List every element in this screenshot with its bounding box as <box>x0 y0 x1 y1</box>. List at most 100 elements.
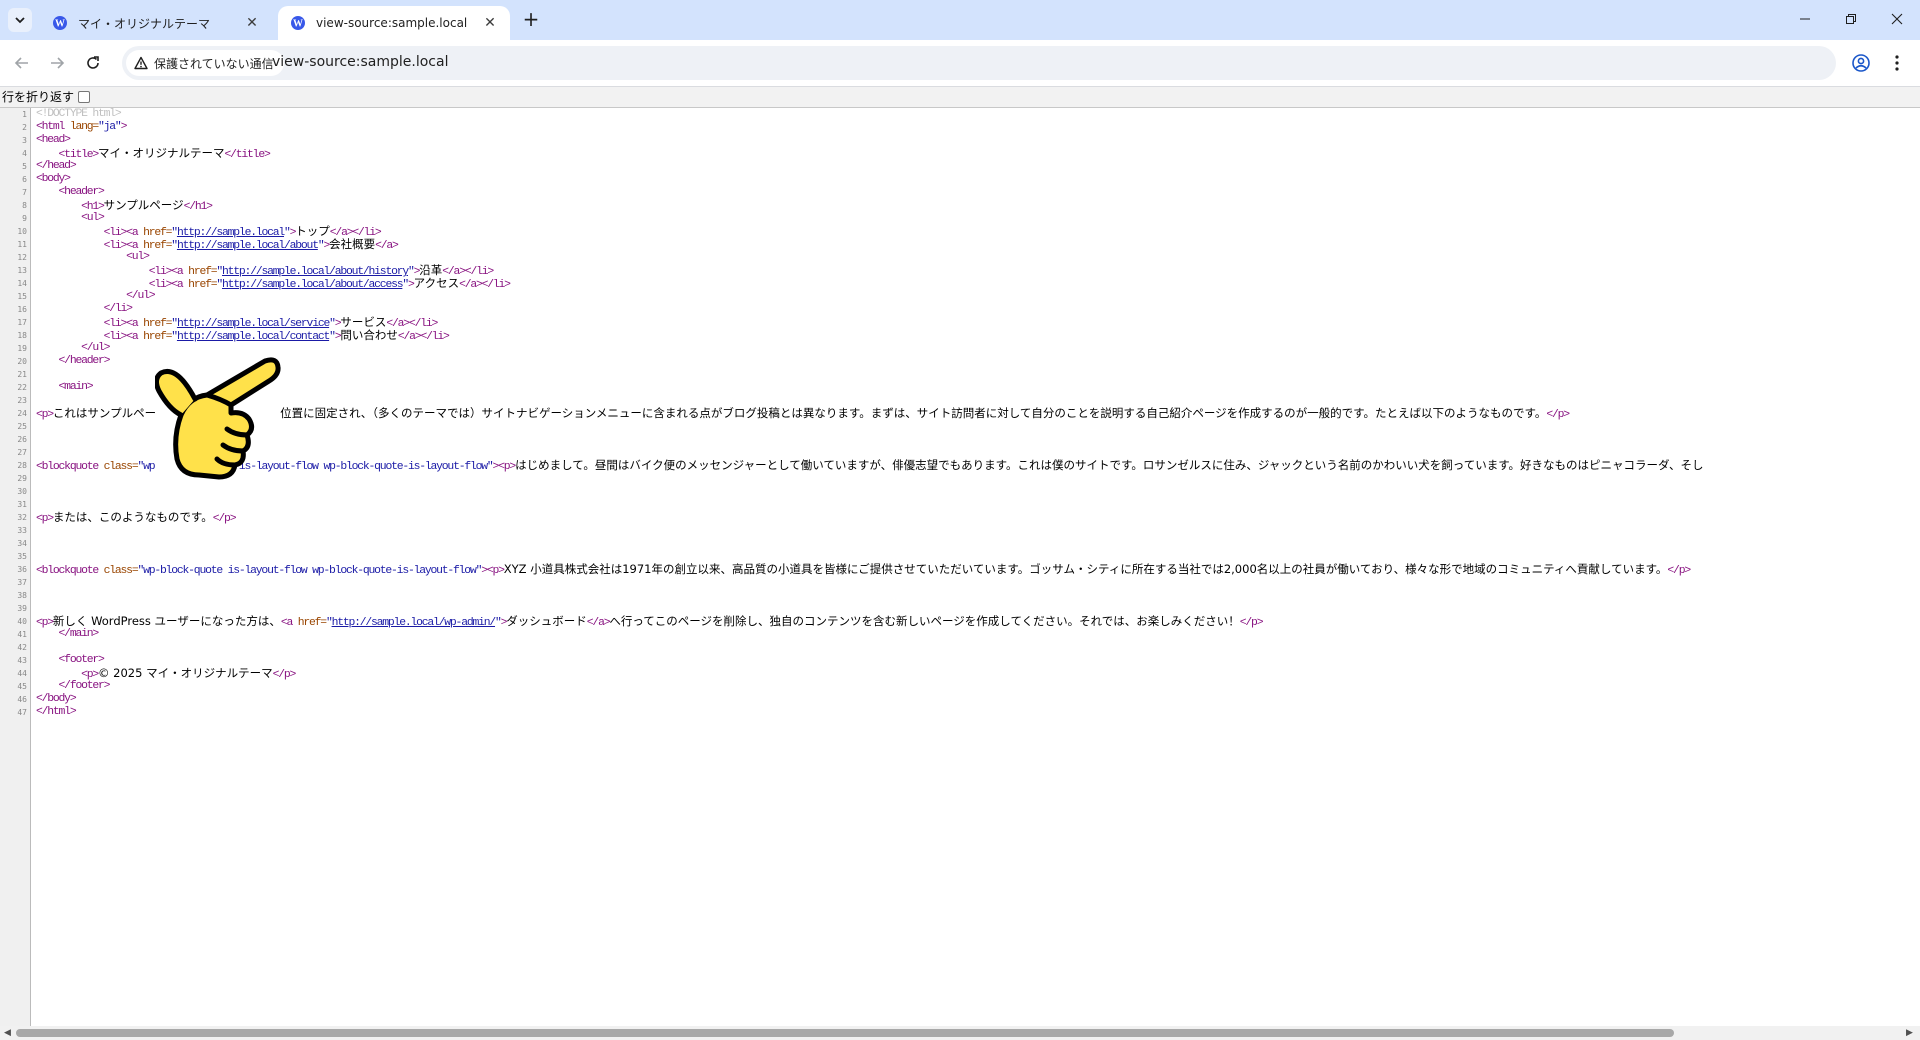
forward-button[interactable] <box>44 50 70 76</box>
head-close-tag: </head> <box>36 160 77 172</box>
source-line: 45 </footer> <box>0 680 1920 693</box>
source-line: 13 <li><a href="http://sample.local/abou… <box>0 264 1920 279</box>
more-vert-icon <box>1895 55 1899 71</box>
svg-text:W: W <box>293 19 303 30</box>
minimize-button[interactable] <box>1782 6 1828 34</box>
header-close-tag: </header> <box>58 355 111 367</box>
line-number: 21 <box>17 370 27 379</box>
footer-open-tag: <footer> <box>58 654 105 666</box>
browser-toolbar: 保護されていない通信 view-source:sample.local <box>0 40 1920 87</box>
line-number: 24 <box>17 409 27 418</box>
line-number: 37 <box>17 578 27 587</box>
profile-button[interactable] <box>1848 50 1874 76</box>
line-number: 16 <box>17 305 27 314</box>
line-number: 46 <box>17 695 27 704</box>
lang-attr: lang= <box>64 121 99 133</box>
menu-button[interactable] <box>1884 50 1910 76</box>
link-text-top: トップ <box>295 224 330 238</box>
source-line: 25 <box>0 420 1920 433</box>
tab-close-icon[interactable]: ✕ <box>482 15 498 31</box>
source-line: 30 <box>0 485 1920 498</box>
line-wrap-bar: 行を折り返す <box>0 87 1920 108</box>
line-number: 43 <box>17 656 27 665</box>
li-close-tag: </li> <box>103 303 133 315</box>
source-line: 8 <h1>サンプルページ</h1> <box>0 198 1920 214</box>
source-line: 4 <title>マイ・オリジナルテーマ</title> <box>0 147 1920 162</box>
line-number: 6 <box>22 175 27 184</box>
blockquote-text: はじめまして。昼間はバイク便のメッセンジャーとして働いていますが、俳優志望でもあ… <box>515 458 1704 472</box>
paragraph-text: 位置に固定され、（多くのテーマでは）サイトナビゲーションメニューに含まれる点がブ… <box>280 406 1547 420</box>
arrow-right-icon <box>51 57 65 69</box>
source-line: 11 <li><a href="http://sample.local/abou… <box>0 238 1920 253</box>
source-line: 41 </main> <box>0 628 1920 641</box>
source-line: 18 <li><a href="http://sample.local/cont… <box>0 329 1920 344</box>
line-number: 5 <box>22 162 27 171</box>
line-number: 29 <box>17 474 27 483</box>
new-tab-button[interactable]: + <box>519 8 543 32</box>
source-line: 20 </header> <box>0 355 1920 368</box>
back-button[interactable] <box>9 50 35 76</box>
body-open-tag: <body> <box>36 173 71 185</box>
line-wrap-checkbox[interactable] <box>78 91 91 103</box>
address-bar[interactable]: 保護されていない通信 view-source:sample.local <box>122 46 1836 80</box>
line-number: 35 <box>17 552 27 561</box>
doctype: <!DOCTYPE html> <box>36 108 122 120</box>
close-window-button[interactable] <box>1874 6 1920 34</box>
source-line: 43 <footer> <box>0 654 1920 667</box>
link-text-dashboard: ダッシュボード <box>506 614 587 628</box>
tag-end: > <box>120 121 128 133</box>
source-line: 2 <html lang="ja"> <box>0 121 1920 134</box>
scroll-right-arrow-icon[interactable]: ▶ <box>1906 1028 1913 1038</box>
link-text-access: アクセス <box>413 276 460 290</box>
restore-button[interactable] <box>1828 6 1874 34</box>
line-number: 25 <box>17 422 27 431</box>
reload-button[interactable] <box>80 50 106 76</box>
footer-text: © 2025 マイ・オリジナルテーマ <box>98 666 273 680</box>
restore-icon <box>1846 14 1856 24</box>
source-line: 24 <p>これはサンプルペー 位置に固定され、（多くのテーマでは）サイトナビゲーシ… <box>0 406 1920 422</box>
line-number: 41 <box>17 630 27 639</box>
line-number: 22 <box>17 383 27 392</box>
source-line: 40 <p>新しく WordPress ユーザーになった方は、<a href="h… <box>0 614 1920 630</box>
line-number: 1 <box>22 110 27 119</box>
security-chip[interactable]: 保護されていない通信 <box>126 50 284 76</box>
source-line: 15 </ul> <box>0 290 1920 303</box>
horizontal-scrollbar[interactable]: ◀ ▶ <box>0 1026 1920 1040</box>
svg-text:W: W <box>55 19 65 30</box>
h1-text: サンプルページ <box>103 198 184 212</box>
line-number: 38 <box>17 591 27 600</box>
tab-search-button[interactable] <box>8 8 32 32</box>
source-line: 26 <box>0 433 1920 446</box>
line-number: 8 <box>22 201 27 210</box>
tab-my-original-theme[interactable]: W マイ・オリジナルテーマ ✕ <box>40 6 272 40</box>
line-number: 17 <box>17 318 27 327</box>
line-number: 9 <box>22 214 27 223</box>
minimize-icon <box>1800 18 1810 20</box>
security-chip-label: 保護されていない通信 <box>154 56 274 71</box>
footer-close-tag: </footer> <box>58 680 111 692</box>
source-line: 22 <main> <box>0 381 1920 394</box>
reload-icon <box>87 56 99 69</box>
ul-close-tag: </ul> <box>81 342 110 354</box>
line-number: 4 <box>22 149 27 158</box>
source-line: 29 <box>0 472 1920 485</box>
scrollbar-thumb[interactable] <box>16 1029 1674 1037</box>
url-text: view-source:sample.local <box>272 54 449 70</box>
blockquote-text: XYZ 小道具株式会社は1971年の創立以来、高品質の小道具を皆様にご提供させて… <box>503 562 1668 576</box>
source-line: 37 <box>0 576 1920 589</box>
paragraph-text: へ行ってこのページを削除し、独自のコンテンツを含む新しいページを作成してください… <box>609 614 1240 628</box>
line-number: 28 <box>17 461 27 470</box>
head-open-tag: <head> <box>36 134 71 146</box>
source-code-view: 1 <!DOCTYPE html> 2 <html lang="ja"> 3 <hea… <box>0 108 1920 719</box>
wordpress-icon: W <box>291 16 305 30</box>
tab-view-source[interactable]: W view-source:sample.local ✕ <box>278 6 510 40</box>
line-number: 7 <box>22 188 27 197</box>
source-line: 19 </ul> <box>0 342 1920 355</box>
tab-close-icon[interactable]: ✕ <box>244 15 260 31</box>
line-number: 2 <box>22 123 27 132</box>
scroll-left-arrow-icon[interactable]: ◀ <box>4 1028 11 1038</box>
source-line: 38 <box>0 589 1920 602</box>
line-number: 33 <box>17 526 27 535</box>
source-line: 34 <box>0 537 1920 550</box>
line-number: 27 <box>17 448 27 457</box>
